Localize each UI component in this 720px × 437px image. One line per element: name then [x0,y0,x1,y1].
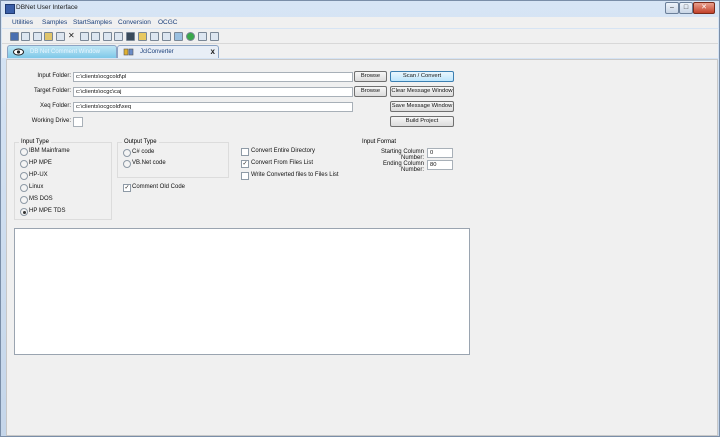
output-type-title: Output Type [122,139,159,145]
radio-vbnet-code[interactable] [123,160,131,168]
tab-jclconverter-label: JclConverter [140,49,174,55]
radio-hp-mpe[interactable] [20,160,28,168]
ending-column-field[interactable]: 80 [427,160,453,170]
radio-hp-ux-label: HP-UX [29,172,48,178]
starting-column-label: Starting Column Number: [380,149,424,161]
radio-hp-mpe-tds-label: HP MPE TDS [29,208,66,214]
menu-utilities[interactable]: Utilities [12,19,33,26]
delete-icon[interactable] [56,32,65,41]
convert-entire-directory-label: Convert Entire Directory [251,148,316,154]
input-format-title: Input Format [360,139,399,145]
tab-jclconverter[interactable]: JclConverter x [117,45,219,58]
radio-ms-dos[interactable] [20,196,28,204]
radio-hp-mpe-label: HP MPE [29,160,52,166]
write-converted-files-checkbox[interactable] [241,172,249,180]
radio-ibm-mainframe-label: IBM Mainframe [29,148,70,154]
radio-ms-dos-label: MS DOS [29,196,53,202]
target-folder-field[interactable]: c:\clients\ocgc\caj [73,87,353,97]
xeq-folder-label: Xeq Folder: [39,103,71,109]
settings-icon[interactable] [198,32,207,41]
radio-csharp-code-label: C# code [132,149,155,155]
working-drive-field[interactable] [73,117,83,127]
eye-icon [13,48,24,56]
menu-startsamples[interactable]: StartSamples [73,19,112,26]
paste-icon[interactable] [44,32,53,41]
print-icon[interactable] [114,32,123,41]
copy-icon[interactable] [21,32,30,41]
tab-comment-window[interactable]: DB Net Comment Window [7,45,117,58]
convert-entire-directory-checkbox[interactable] [241,148,249,156]
cut-icon[interactable] [33,32,42,41]
radio-vbnet-code-label: VB.Net code [132,160,166,166]
target-folder-label: Target Folder: [33,88,71,94]
browse-target-button[interactable]: Browse [354,86,387,97]
input-folder-field[interactable]: c:\clients\ocgcold\pl [73,72,353,82]
scan-convert-button[interactable]: Scan / Convert [390,71,454,82]
tab-close-icon[interactable]: x [211,47,215,56]
comment-old-code-label: Comment Old Code [132,184,186,190]
properties-icon[interactable] [150,32,159,41]
app-icon [5,4,15,14]
converter-icon [123,48,134,56]
menu-samples[interactable]: Samples [42,19,67,26]
input-folder-label: Input Folder: [37,73,71,79]
starting-column-field[interactable]: 0 [427,148,453,158]
title-bar: DBNet User Interface – □ ✕ [1,1,719,15]
run-icon[interactable] [186,32,195,41]
menu-ocgc[interactable]: OCGC [158,19,178,26]
folder-icon[interactable] [138,32,147,41]
radio-linux-label: Linux [29,184,44,190]
maximize-button[interactable]: □ [679,2,693,14]
tab-comment-window-label: DB Net Comment Window [30,49,101,55]
input-type-title: Input Type [19,139,51,145]
save-icon[interactable] [10,32,19,41]
window-title: DBNet User Interface [16,4,78,11]
write-converted-files-label: Write Converted files to Files List [251,172,339,178]
tab-strip: DB Net Comment Window JclConverter x [2,44,718,58]
message-window[interactable] [14,228,470,355]
document-icon[interactable] [80,32,89,41]
close-button[interactable]: ✕ [693,2,715,14]
comment-old-code-checkbox[interactable]: ✓ [123,184,131,192]
save-message-button[interactable]: Save Message Window [390,101,454,112]
radio-hp-ux[interactable] [20,172,28,180]
clear-message-button[interactable]: Clear Message Window [390,86,454,97]
close-x-icon[interactable]: ✕ [68,32,75,40]
working-drive-label: Working Drive: [31,118,71,124]
build-project-button[interactable]: Build Project [390,116,454,127]
radio-linux[interactable] [20,184,28,192]
help-icon[interactable] [210,32,219,41]
browse-input-button[interactable]: Browse [354,71,387,82]
radio-csharp-code[interactable] [123,149,131,157]
xeq-folder-field[interactable]: c:\clients\ocgcold\xeq [73,102,353,112]
app-window: DBNet User Interface – □ ✕ Utilities Sam… [0,0,720,437]
radio-ibm-mainframe[interactable] [20,148,28,156]
ending-column-label: Ending Column Number: [382,161,424,173]
find-next-icon[interactable] [103,32,112,41]
list-icon[interactable] [162,32,171,41]
menu-conversion[interactable]: Conversion [118,19,151,26]
radio-hp-mpe-tds[interactable] [20,208,28,216]
find-icon[interactable] [91,32,100,41]
toolbar: ✕ [2,29,718,44]
convert-from-files-list-label: Convert From Files List [251,160,314,166]
convert-from-files-list-checkbox[interactable]: ✓ [241,160,249,168]
converter-panel: Input Folder: c:\clients\ocgcold\pl Brow… [6,59,718,436]
link-icon[interactable] [174,32,183,41]
minimize-button[interactable]: – [665,2,679,14]
export-icon[interactable] [126,32,135,41]
menu-bar: Utilities Samples StartSamples Conversio… [2,17,718,28]
